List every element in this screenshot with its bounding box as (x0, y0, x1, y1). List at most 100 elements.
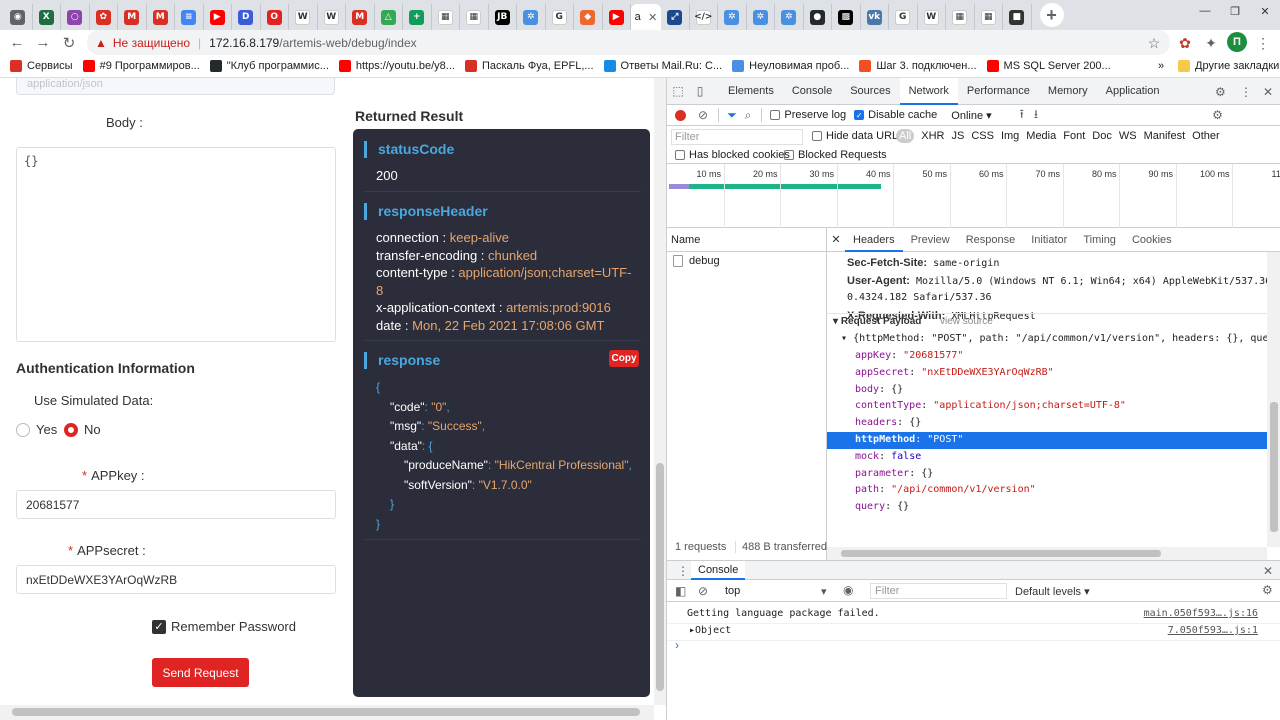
request-payload-toggle[interactable]: ▾ Request Payload (833, 316, 921, 327)
clear-console-icon[interactable]: ⊘ (698, 584, 708, 598)
preserve-log-checkbox[interactable]: Preserve log (770, 109, 846, 121)
payload-field[interactable]: appKey: "20681577" (855, 350, 963, 361)
browser-tab[interactable]: + (403, 4, 432, 30)
radio-no-circle-icon[interactable] (64, 422, 78, 437)
browser-tab[interactable]: M (346, 4, 375, 30)
devtools-close-icon[interactable]: ✕ (1263, 85, 1273, 99)
request-row-debug[interactable]: debug (673, 255, 720, 267)
network-filter-input[interactable]: Filter (671, 129, 803, 145)
browser-tab[interactable]: G (546, 4, 574, 30)
view-source-link[interactable]: view source (940, 316, 993, 327)
network-timeline[interactable]: 10 ms 20 ms 30 ms 40 ms 50 ms 60 ms 70 ms 80 ms… (667, 164, 1280, 228)
checkbox-icon[interactable] (675, 150, 685, 160)
search-icon[interactable]: ⌕ (745, 108, 752, 123)
extension-icon[interactable]: ✿ (1176, 34, 1194, 52)
detail-tab-cookies[interactable]: Cookies (1124, 228, 1180, 252)
devtools-tab-console[interactable]: Console (783, 78, 841, 105)
page-horizontal-scrollbar[interactable] (0, 705, 654, 720)
maximize-button[interactable]: ❐ (1220, 0, 1250, 22)
console-filter-input[interactable]: Filter (870, 583, 1007, 599)
browser-tab[interactable]: W (289, 4, 318, 30)
back-button[interactable]: ← (4, 34, 30, 51)
checkbox-icon[interactable] (812, 131, 822, 141)
context-select[interactable]: top (725, 585, 740, 597)
new-tab-button[interactable]: + (1039, 3, 1064, 27)
type-filter-manifest[interactable]: Manifest (1144, 130, 1186, 142)
bookmark-item[interactable]: Шаг 3. подключен... (859, 60, 977, 72)
bookmark-item[interactable]: Паскаль Фуа, EPFL,... (464, 60, 594, 72)
browser-tab[interactable]: ▦ (432, 4, 460, 30)
bookmark-item[interactable]: Неуловимая проб... (732, 60, 849, 72)
browser-tab[interactable]: ✲ (517, 4, 546, 30)
bookmark-item[interactable]: MS SQL Server 200... (986, 60, 1111, 72)
devtools-tab-sources[interactable]: Sources (841, 78, 899, 105)
other-bookmarks[interactable]: Другие закладки (1178, 60, 1279, 72)
scrollbar-thumb[interactable] (656, 463, 664, 691)
browser-tab[interactable]: D (232, 4, 261, 30)
browser-tab[interactable]: ✲ (775, 4, 804, 30)
radio-yes[interactable]: Yes (16, 422, 57, 437)
bookmark-item[interactable]: Сервисы (10, 60, 73, 72)
browser-tab[interactable]: W (918, 4, 946, 30)
browser-tab[interactable]: ◆ (574, 4, 603, 30)
browser-tab[interactable]: </> (690, 4, 718, 30)
bookmark-item[interactable]: Ответы Mail.Ru: С... (603, 60, 722, 72)
log-levels-select[interactable]: Default levels ▾ (1015, 585, 1090, 598)
close-tab-icon[interactable]: ✕ (648, 11, 657, 24)
bookmark-item[interactable]: "Клуб программис... (209, 60, 329, 72)
live-expression-eye-icon[interactable]: ◉ (843, 583, 853, 597)
import-har-icon[interactable]: ⭱ (1020, 105, 1024, 126)
payload-field[interactable]: mock: false (855, 451, 921, 462)
payload-field[interactable]: path: "/api/common/v1/version" (855, 484, 1036, 495)
hide-data-urls-checkbox[interactable]: Hide data URLs (812, 130, 904, 142)
name-column-header[interactable]: Name (667, 228, 827, 252)
appkey-input[interactable]: 20681577 (16, 490, 336, 519)
details-horizontal-scrollbar[interactable] (827, 547, 1267, 560)
payload-summary[interactable]: ▾ {httpMethod: "POST", path: "/api/commo… (841, 333, 1280, 344)
drawer-close-icon[interactable]: ✕ (1263, 564, 1273, 578)
browser-tab[interactable]: ✿ (90, 4, 118, 30)
type-filter-ws[interactable]: WS (1119, 130, 1137, 142)
disable-cache-checkbox[interactable]: ✓ Disable cache (854, 109, 937, 121)
detail-tab-preview[interactable]: Preview (903, 228, 958, 252)
drawer-menu-icon[interactable]: ⋮ (677, 564, 689, 578)
reload-button[interactable]: ↻ (56, 34, 82, 52)
scrollbar-thumb[interactable] (841, 550, 1161, 557)
payload-field[interactable]: parameter: {} (855, 468, 933, 479)
browser-tab[interactable]: ▩ (832, 4, 861, 30)
minimize-button[interactable]: — (1190, 0, 1220, 22)
bookmarks-overflow-button[interactable]: » (1158, 60, 1164, 72)
browser-tab[interactable]: ◉ (4, 4, 33, 30)
active-browser-tab[interactable]: a ✕ (631, 4, 661, 30)
record-icon[interactable] (675, 109, 686, 121)
scrollbar-thumb[interactable] (1270, 402, 1278, 532)
console-drawer-tab[interactable]: Console (691, 561, 746, 580)
detail-tab-timing[interactable]: Timing (1075, 228, 1124, 252)
browser-tab[interactable]: ✲ (747, 4, 775, 30)
browser-tab[interactable]: ▦ (460, 4, 489, 30)
browser-tab[interactable]: O (261, 4, 289, 30)
warning-icon[interactable]: ▲ (95, 36, 107, 50)
payload-field[interactable]: httpMethod: "POST" (855, 434, 963, 445)
extensions-puzzle-icon[interactable]: ✦ (1202, 34, 1220, 52)
detail-close-icon[interactable]: ✕ (827, 233, 845, 246)
browser-tab[interactable]: G (889, 4, 918, 30)
type-filter-img[interactable]: Img (1001, 130, 1019, 142)
browser-tab[interactable]: vk (861, 4, 889, 30)
devtools-tab-memory[interactable]: Memory (1039, 78, 1097, 105)
body-textarea[interactable]: {} (16, 147, 336, 342)
has-blocked-cookies-checkbox[interactable]: Has blocked cookies (675, 149, 790, 161)
console-prompt[interactable]: › (675, 638, 679, 652)
devtools-menu-icon[interactable]: ⋮ (1240, 85, 1252, 99)
details-vertical-scrollbar[interactable] (1267, 252, 1280, 547)
browser-tab[interactable]: ▦ (975, 4, 1003, 30)
browser-tab[interactable]: ≡ (175, 4, 204, 30)
browser-tab[interactable]: M (118, 4, 147, 30)
type-filter-other[interactable]: Other (1192, 130, 1220, 142)
browser-tab[interactable]: M (147, 4, 175, 30)
close-window-button[interactable]: ✕ (1250, 0, 1280, 22)
browser-menu-icon[interactable]: ⋮ (1254, 34, 1272, 52)
forward-button[interactable]: → (30, 34, 56, 51)
payload-field[interactable]: query: {} (855, 501, 909, 512)
checkbox-checked-icon[interactable]: ✓ (152, 619, 166, 634)
